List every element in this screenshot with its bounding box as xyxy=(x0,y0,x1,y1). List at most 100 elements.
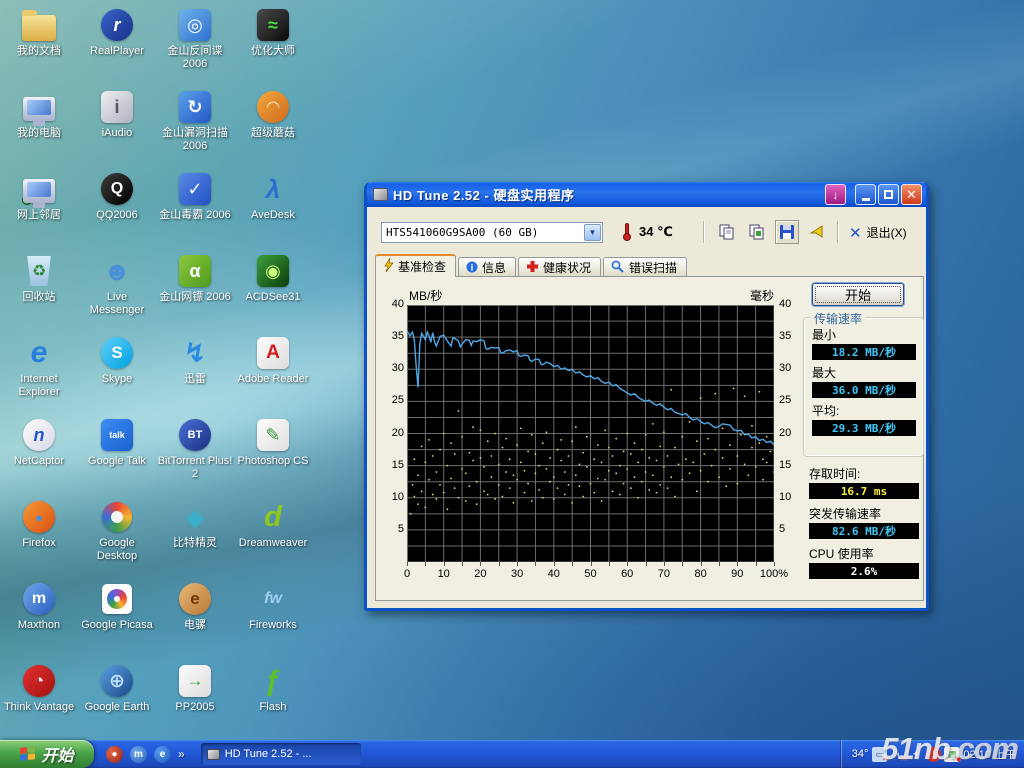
burst-rate-block: 突发传输速率 82.6 MB/秒 xyxy=(809,505,919,539)
desktop-icon-skype[interactable]: SSkype xyxy=(78,332,156,414)
copy-text-button[interactable] xyxy=(715,220,739,244)
desktop-icon-bittorrent-plus-2[interactable]: BTBitTorrent Plus! 2 xyxy=(156,414,234,496)
cpu-usage-value: 2.6% xyxy=(809,563,919,579)
close-button[interactable]: ✕ xyxy=(901,184,922,205)
desktop-icon-internet-explorer[interactable]: eInternet Explorer xyxy=(0,332,78,414)
save-screenshot-button[interactable] xyxy=(775,220,799,244)
network-places-icon xyxy=(21,171,57,207)
min-rate-value: 18.2 MB/秒 xyxy=(812,344,916,360)
x-axis-tickmark xyxy=(646,562,647,566)
desktop-icon-label: Dreamweaver xyxy=(239,537,307,550)
chevron-down-icon[interactable]: ▼ xyxy=(584,224,601,241)
desktop-icon-fireworks[interactable]: fwFireworks xyxy=(234,578,312,660)
desktop-icon-maxthon[interactable]: mMaxthon xyxy=(0,578,78,660)
tab-health[interactable]: 健康状况 xyxy=(518,257,601,277)
exit-button[interactable]: ✕ 退出(X) xyxy=(849,222,907,243)
x-axis-tickmark xyxy=(407,562,408,566)
tab-benchmark[interactable]: 基准检查 xyxy=(375,254,456,277)
desktop-icon-realplayer[interactable]: rRealPlayer xyxy=(78,4,156,86)
x-axis-tick: 70 xyxy=(644,568,684,580)
x-axis-tickmark xyxy=(572,562,573,566)
quick-launch-ie[interactable]: e xyxy=(154,746,171,763)
desktop-icon-live-messenger[interactable]: ☻Live Messenger xyxy=(78,250,156,332)
transfer-rate-group-title: 传输速率 xyxy=(811,310,865,327)
desktop-icon-google-talk[interactable]: talkGoogle Talk xyxy=(78,414,156,496)
taskbar: 开始 ●me» HD Tune 2.52 - ... 34° ▭✕◖✕✦!▦● … xyxy=(0,740,1024,768)
y-axis-tick-left: 5 xyxy=(378,523,404,535)
desktop-icon-google-desktop[interactable]: Google Desktop xyxy=(78,496,156,578)
desktop-icon-bitspirit[interactable]: ◆比特精灵 xyxy=(156,496,234,578)
x-axis-tickmark xyxy=(591,562,592,566)
desktop-icon-label: PP2005 xyxy=(175,701,214,714)
cpu-usage-label: CPU 使用率 xyxy=(809,545,919,562)
drive-select[interactable]: HTS541060G9SA00 (60 GB) ▼ xyxy=(381,222,603,243)
desktop-icon-my-computer[interactable]: 我的电脑 xyxy=(0,86,78,168)
desktop-icon-google-earth[interactable]: ⊕Google Earth xyxy=(78,660,156,742)
kingsoft-vulnscan-icon: ↻ xyxy=(177,89,213,125)
window-title: HD Tune 2.52 - 硬盘实用程序 xyxy=(393,185,823,204)
desktop-icon-avedesk[interactable]: λAveDesk xyxy=(234,168,312,250)
tab-scan[interactable]: 错误扫描 xyxy=(603,257,687,277)
desktop-icon-think-vantage[interactable]: ◔ Think Vantage xyxy=(0,660,78,742)
desktop-icon-adobe-reader[interactable]: AAdobe Reader xyxy=(234,332,312,414)
desktop-icon-recycle-bin[interactable]: ♻回收站 xyxy=(0,250,78,332)
desktop-icon-qq2006[interactable]: QQQ2006 xyxy=(78,168,156,250)
desktop-icon-network-places[interactable]: 网上邻居 xyxy=(0,168,78,250)
start-menu-button[interactable]: 开始 xyxy=(0,740,94,768)
desktop-icon-youhua-dashi[interactable]: ≈优化大师 xyxy=(234,4,312,86)
minimize-button[interactable] xyxy=(855,184,876,205)
desktop-icon-label: QQ2006 xyxy=(96,209,138,222)
svg-text:i: i xyxy=(471,262,474,272)
desktop-icon-acdsee31[interactable]: ◉ACDSee31 xyxy=(234,250,312,332)
x-axis-tickmark xyxy=(609,562,610,566)
x-axis-tick: 0 xyxy=(387,568,427,580)
realplayer-icon: r xyxy=(99,7,135,43)
desktop-icon-kingsoft-antivirus[interactable]: ✓金山毒霸 2006 xyxy=(156,168,234,250)
desktop-icon-my-documents[interactable]: 我的文档 xyxy=(0,4,78,86)
desktop-icon-flash[interactable]: ƒFlash xyxy=(234,660,312,742)
desktop-icon-label: Flash xyxy=(260,701,287,714)
desktop-icon-kingsoft-vulnscan[interactable]: ↻金山漏洞扫描 2006 xyxy=(156,86,234,168)
desktop-icon-kingsoft-netguard[interactable]: α金山网镖 2006 xyxy=(156,250,234,332)
hdtune-app-icon xyxy=(373,188,388,201)
quick-launch-overflow-chevron[interactable]: » xyxy=(178,747,185,761)
taskbar-task-hdtune[interactable]: HD Tune 2.52 - ... xyxy=(201,743,361,765)
desktop-icon-kingsoft-antispyware[interactable]: ◎金山反间谍 2006 xyxy=(156,4,234,86)
quick-launch-browser[interactable]: ● xyxy=(106,746,123,763)
desktop-icon-google-picasa[interactable]: Google Picasa xyxy=(78,578,156,660)
minimize-to-tray-button[interactable]: ↓ xyxy=(825,184,846,205)
y-axis-tick-right: 5 xyxy=(779,523,805,535)
y-axis-tick-left: 10 xyxy=(378,491,404,503)
window-titlebar[interactable]: HD Tune 2.52 - 硬盘实用程序 ↓ ✕ xyxy=(367,182,926,207)
burst-rate-label: 突发传输速率 xyxy=(809,505,919,522)
skype-icon: S xyxy=(99,335,135,371)
desktop-icon-label: Google Earth xyxy=(85,701,150,714)
maximize-button[interactable] xyxy=(878,184,899,205)
horn-icon-button[interactable] xyxy=(805,220,829,244)
x-axis-tickmark xyxy=(499,562,500,566)
desktop-icon-thunder-xunlei[interactable]: ↯迅雷 xyxy=(156,332,234,414)
exit-label: 退出(X) xyxy=(867,224,907,241)
scan-icon xyxy=(611,260,625,276)
start-benchmark-button[interactable]: 开始 xyxy=(812,283,904,306)
tab-strip: 基准检查i信息健康状况错误扫描 xyxy=(375,254,689,277)
tab-info[interactable]: i信息 xyxy=(458,257,516,277)
iaudio-icon: i xyxy=(99,89,135,125)
desktop-icon-photoshop-cs[interactable]: ✎Photoshop CS xyxy=(234,414,312,496)
thermometer-icon xyxy=(623,223,631,241)
desktop-icon-emule[interactable]: e电骡 xyxy=(156,578,234,660)
quick-launch-maxthon[interactable]: m xyxy=(130,746,147,763)
toolbar-separator xyxy=(703,221,704,243)
desktop-icon-iaudio[interactable]: iiAudio xyxy=(78,86,156,168)
think-vantage-icon: ◔ xyxy=(21,663,57,699)
copy-image-button[interactable] xyxy=(745,220,769,244)
desktop-icon-label: Think Vantage xyxy=(4,701,74,714)
hdtune-task-icon xyxy=(207,749,220,760)
desktop-icon-pp2005[interactable]: →PP2005 xyxy=(156,660,234,742)
desktop-icon-super-mushroom[interactable]: ◠超级蘑菇 xyxy=(234,86,312,168)
desktop-icon-netcaptor[interactable]: nNetCaptor xyxy=(0,414,78,496)
desktop-icon-firefox[interactable]: ●Firefox xyxy=(0,496,78,578)
desktop-icon-dreamweaver[interactable]: dDreamweaver xyxy=(234,496,312,578)
adobe-reader-icon: A xyxy=(255,335,291,371)
acdsee31-icon: ◉ xyxy=(255,253,291,289)
